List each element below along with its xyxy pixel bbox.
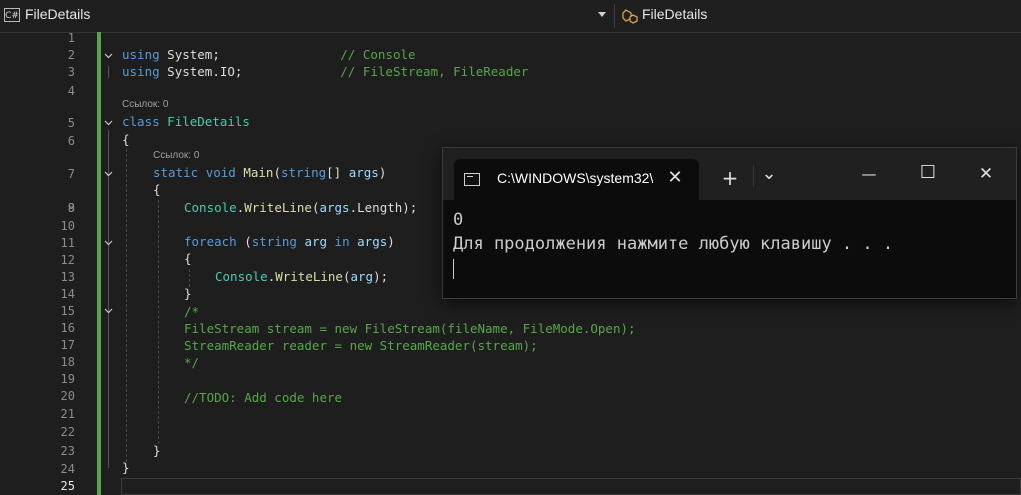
console-tab[interactable]: C:\WINDOWS\system32\cmd.exe ✕ <box>454 159 699 200</box>
line-number: 3 <box>67 65 75 79</box>
close-tab-icon[interactable]: ✕ <box>667 169 683 187</box>
code-line-15: /* <box>184 304 200 319</box>
code-line-24: } <box>122 460 130 475</box>
code-line-2: using System.IO; // FileStream, FileRead… <box>122 64 529 79</box>
class-member-icon <box>622 9 638 24</box>
code-line-6: { <box>122 132 130 147</box>
line-number: 5 <box>67 116 75 130</box>
indent-guide <box>126 149 127 462</box>
fold-line <box>108 318 109 370</box>
code-line-5: class FileDetails <box>122 114 250 129</box>
current-line-highlight <box>121 478 1021 495</box>
divider <box>753 166 754 186</box>
csharp-project-icon: C# <box>4 8 20 22</box>
project-dropdown[interactable]: C# FileDetails <box>0 4 612 28</box>
code-line-18: */ <box>184 355 200 370</box>
chevron-down-icon[interactable] <box>598 12 606 17</box>
fold-line <box>108 130 109 468</box>
console-output-line: 0 <box>453 210 464 230</box>
line-number: 15 <box>60 304 75 318</box>
line-number: 21 <box>60 407 75 421</box>
collapse-icon[interactable] <box>104 169 113 179</box>
terminal-icon <box>464 173 480 186</box>
code-line-20: //TODO: Add code here <box>184 390 343 405</box>
close-window-button[interactable]: ✕ <box>974 164 998 184</box>
line-number: 13 <box>60 270 75 284</box>
console-cursor <box>453 259 454 279</box>
maximize-button[interactable]: ☐ <box>916 163 940 183</box>
indent-guide <box>158 200 159 444</box>
change-tracking-bar <box>97 32 101 495</box>
fold-line <box>108 66 109 78</box>
divider <box>614 4 615 28</box>
codelens-references[interactable]: Ссылок: 0 <box>122 99 168 110</box>
collapse-icon[interactable] <box>104 51 113 61</box>
line-number: 20 <box>60 389 75 403</box>
collapse-icon[interactable] <box>104 238 113 248</box>
code-line-9: Console.WriteLine(args.Length); <box>184 200 418 215</box>
line-number: 6 <box>67 134 75 148</box>
code-line-16: FileStream stream = new FileStream(fileN… <box>184 321 636 336</box>
code-line-14: } <box>184 286 192 301</box>
line-number: 22 <box>60 425 75 439</box>
line-number: 18 <box>60 355 75 369</box>
line-number: 17 <box>60 338 75 352</box>
line-number: 7 <box>67 167 75 181</box>
console-tab-title: C:\WINDOWS\system32\cmd.exe <box>497 170 653 186</box>
code-line-11: foreach (string arg in args) <box>184 234 395 249</box>
new-tab-button[interactable]: + <box>719 168 741 188</box>
code-line-7: static void Main(string[] args) <box>153 165 387 180</box>
type-dropdown[interactable]: FileDetails <box>620 4 1020 28</box>
collapse-icon[interactable] <box>104 118 113 128</box>
current-line-number: 25 <box>60 479 75 493</box>
console-titlebar[interactable]: C:\WINDOWS\system32\cmd.exe ✕ + ⌄ — ☐ ✕ <box>443 148 1016 200</box>
line-number: 23 <box>60 444 75 458</box>
project-dropdown-label: FileDetails <box>25 6 91 22</box>
line-number: 1 <box>67 31 75 45</box>
code-line-1: using System; // Console <box>122 47 416 62</box>
line-number: 19 <box>60 372 75 386</box>
line-number: 24 <box>60 462 75 476</box>
line-number: 9 <box>67 201 75 215</box>
collapse-icon[interactable] <box>104 306 113 316</box>
line-number: 16 <box>60 321 75 335</box>
code-line-12: { <box>184 251 192 266</box>
line-number: 11 <box>60 236 75 250</box>
line-number: 12 <box>60 253 75 267</box>
type-dropdown-label: FileDetails <box>642 6 708 22</box>
code-line-8: { <box>153 182 161 197</box>
chevron-down-icon[interactable]: ⌄ <box>759 164 779 184</box>
line-number: 10 <box>60 219 75 233</box>
line-number: 2 <box>67 48 75 62</box>
code-line-23: } <box>153 443 161 458</box>
navigation-bar: C# FileDetails FileDetails <box>0 0 1021 33</box>
line-number-gutter: 1 2 3 4 5 6 7 8 9 10 11 12 13 14 15 16 1… <box>0 31 96 495</box>
code-line-17: StreamReader reader = new StreamReader(s… <box>184 338 538 353</box>
console-window[interactable]: C:\WINDOWS\system32\cmd.exe ✕ + ⌄ — ☐ ✕ … <box>442 147 1017 299</box>
code-line-13: Console.WriteLine(arg); <box>215 269 389 284</box>
line-number: 4 <box>67 84 75 98</box>
console-output-line: Для продолжения нажмите любую клавишу . … <box>453 234 894 254</box>
line-number: 14 <box>60 287 75 301</box>
minimize-button[interactable]: — <box>857 164 881 184</box>
codelens-references[interactable]: Ссылок: 0 <box>153 150 199 161</box>
